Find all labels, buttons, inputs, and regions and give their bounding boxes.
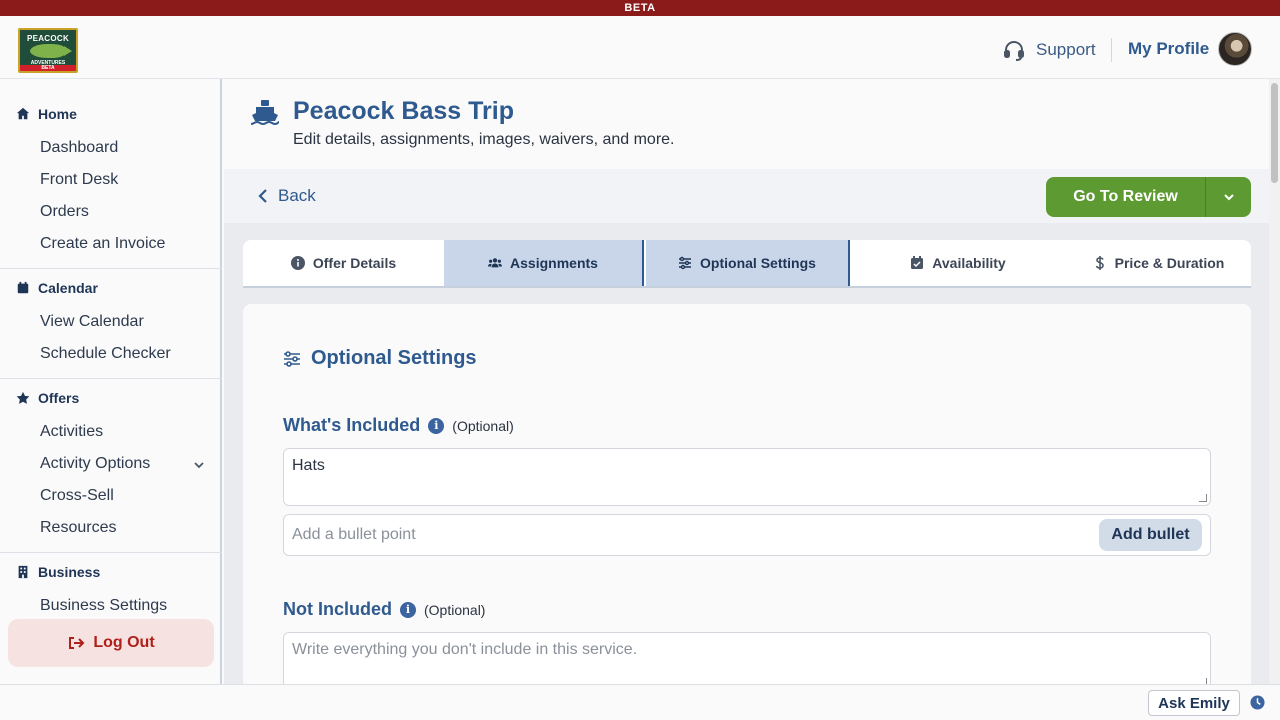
sidebar-item-business-settings[interactable]: Business Settings — [40, 597, 167, 615]
sidebar-section-calendar[interactable]: Calendar — [16, 279, 98, 297]
tab-assignments[interactable]: Assignments — [444, 240, 644, 286]
tab-label: Assignments — [510, 255, 598, 271]
sidebar: Home Dashboard Front Desk Orders Create … — [0, 79, 222, 684]
calendar-check-icon — [911, 256, 924, 269]
sidebar-item-resources[interactable]: Resources — [40, 519, 116, 537]
profile-label: My Profile — [1128, 39, 1210, 58]
company-logo[interactable]: PEACOCK ADVENTURES BETA — [18, 28, 78, 73]
my-profile-link[interactable]: My Profile — [1128, 32, 1253, 66]
sidebar-section-business-label: Business — [38, 564, 101, 580]
not-included-textarea[interactable]: Write everything you don't include in th… — [283, 632, 1211, 684]
logout-button[interactable]: Log Out — [8, 619, 214, 667]
whats-included-textarea[interactable]: Hats — [283, 448, 1211, 506]
resize-handle-icon[interactable] — [1199, 494, 1207, 502]
chevron-down-icon — [1223, 194, 1234, 201]
optional-tag: (Optional) — [424, 601, 486, 618]
tab-availability[interactable]: Availability — [850, 240, 1066, 286]
star-icon — [16, 391, 30, 404]
tab-bar: Offer Details Assignments Optional Setti… — [243, 240, 1251, 288]
chevron-left-icon — [258, 189, 267, 203]
sidebar-item-front-desk[interactable]: Front Desk — [40, 171, 118, 189]
sidebar-section-home[interactable]: Home — [16, 105, 77, 123]
optional-tag: (Optional) — [452, 417, 514, 434]
section-title-label: Optional Settings — [311, 347, 477, 369]
tab-optional-settings[interactable]: Optional Settings — [646, 240, 850, 286]
tab-price-duration[interactable]: Price & Duration — [1066, 240, 1251, 286]
not-included-title: Not Included — [283, 599, 392, 619]
sidebar-divider — [0, 268, 222, 269]
logout-icon — [69, 637, 85, 649]
support-label: Support — [1036, 40, 1096, 59]
info-icon[interactable]: i — [428, 417, 445, 434]
users-icon — [488, 258, 503, 268]
dollar-icon — [1095, 256, 1104, 270]
calendar-icon — [17, 281, 29, 294]
review-dropdown-button[interactable] — [1206, 177, 1251, 217]
chevron-down-icon[interactable] — [192, 458, 206, 472]
not-included-placeholder: Write everything you don't include in th… — [292, 641, 638, 658]
sidebar-item-activities[interactable]: Activities — [40, 423, 103, 441]
beta-banner: BETA — [0, 0, 1280, 16]
clock-icon[interactable] — [1250, 695, 1265, 710]
headset-icon — [1004, 41, 1024, 61]
sidebar-item-view-calendar[interactable]: View Calendar — [40, 313, 144, 331]
page-title: Peacock Bass Trip — [293, 97, 514, 125]
ask-emily-button[interactable]: Ask Emily — [1148, 690, 1240, 716]
avatar[interactable] — [1218, 32, 1253, 66]
sliders-icon — [679, 256, 692, 270]
sidebar-divider — [0, 378, 222, 379]
sidebar-item-schedule-checker[interactable]: Schedule Checker — [40, 345, 171, 363]
sidebar-item-activity-options[interactable]: Activity Options — [40, 455, 150, 473]
tab-label: Optional Settings — [700, 255, 816, 271]
back-label: Back — [278, 186, 316, 205]
home-icon — [16, 107, 30, 120]
bullet-input-row: Add a bullet point Add bullet — [283, 514, 1211, 556]
sidebar-item-orders[interactable]: Orders — [40, 203, 89, 221]
fish-icon — [30, 44, 72, 58]
whats-included-value: Hats — [292, 457, 325, 474]
support-link[interactable]: Support — [1002, 38, 1096, 62]
header-divider — [1111, 38, 1112, 62]
ship-icon — [250, 100, 280, 126]
bullet-point-input[interactable]: Add a bullet point — [292, 526, 416, 544]
page-subtitle: Edit details, assignments, images, waive… — [293, 131, 675, 148]
tab-offer-details[interactable]: Offer Details — [243, 240, 444, 286]
optional-settings-card: Optional Settings What's Included i (Opt… — [243, 304, 1251, 684]
sidebar-section-business[interactable]: Business — [16, 563, 100, 581]
sidebar-item-cross-sell[interactable]: Cross-Sell — [40, 487, 114, 505]
section-title: Optional Settings — [283, 347, 477, 370]
go-to-review-button-group: Go To Review — [1046, 177, 1251, 217]
page-scrollbar[interactable] — [1269, 79, 1280, 684]
logout-label: Log Out — [93, 634, 155, 651]
info-icon — [290, 256, 305, 270]
sidebar-section-offers-label: Offers — [38, 390, 80, 406]
top-header: PEACOCK ADVENTURES BETA Support My Profi… — [0, 16, 1280, 79]
whats-included-label: What's Included i (Optional) — [283, 415, 514, 436]
sliders-icon — [284, 350, 300, 367]
tab-label: Price & Duration — [1114, 255, 1225, 271]
scrollbar-thumb[interactable] — [1271, 83, 1278, 183]
sidebar-section-offers[interactable]: Offers — [16, 389, 79, 407]
add-bullet-button[interactable]: Add bullet — [1099, 519, 1202, 551]
bottom-bar: Ask Emily — [0, 684, 1280, 720]
building-icon — [18, 565, 28, 579]
sidebar-divider — [0, 552, 222, 553]
logo-line-3: BETA — [20, 65, 76, 71]
sidebar-section-calendar-label: Calendar — [38, 280, 98, 296]
info-icon[interactable]: i — [400, 601, 416, 618]
sidebar-section-home-label: Home — [38, 106, 77, 122]
sidebar-item-dashboard[interactable]: Dashboard — [40, 139, 118, 157]
go-to-review-button[interactable]: Go To Review — [1046, 177, 1205, 217]
tab-label: Offer Details — [312, 255, 397, 271]
page-header: Peacock Bass Trip Edit details, assignme… — [224, 79, 1269, 169]
tab-label: Availability — [932, 255, 1006, 271]
logo-line-1: PEACOCK — [26, 34, 70, 43]
whats-included-title: What's Included — [283, 415, 421, 435]
main-content: Peacock Bass Trip Edit details, assignme… — [224, 79, 1269, 684]
back-button[interactable]: Back — [258, 186, 316, 206]
action-bar: Back Go To Review — [224, 169, 1269, 223]
sidebar-item-create-invoice[interactable]: Create an Invoice — [40, 235, 165, 253]
not-included-label: Not Included i (Optional) — [283, 599, 485, 620]
